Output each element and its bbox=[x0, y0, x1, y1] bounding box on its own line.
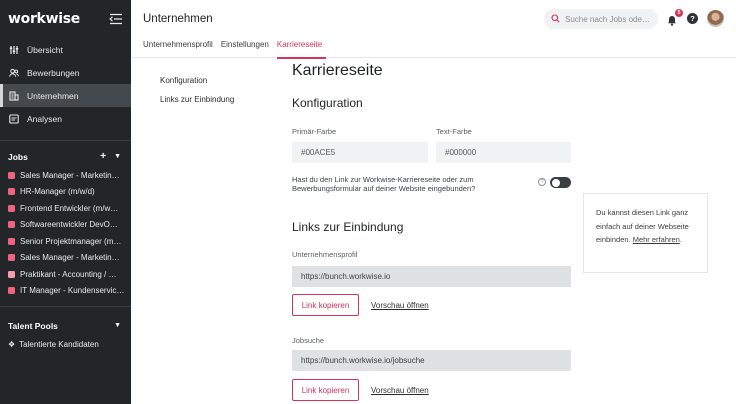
job-item[interactable]: Frontend Entwickler (m/w… bbox=[0, 200, 131, 217]
job-item[interactable]: Sales Manager - Marketin… bbox=[0, 167, 131, 184]
job-status-dot bbox=[8, 287, 15, 295]
text-color-value: #000000 bbox=[445, 148, 477, 157]
job-title: Sales Manager - Marketin… bbox=[20, 253, 120, 263]
tab-karriereseite[interactable]: Karriereseite bbox=[276, 40, 327, 59]
nav-label: Analysen bbox=[27, 113, 62, 124]
page-title: Unternehmen bbox=[143, 13, 213, 25]
talent-pools-heading: Talent Pools bbox=[8, 321, 58, 331]
open-jobsearch-preview-link[interactable]: Vorschau öffnen bbox=[371, 386, 429, 395]
learn-more-link[interactable]: Mehr erfahren bbox=[633, 235, 680, 244]
jobs-heading: Jobs bbox=[8, 152, 28, 162]
jobs-section-header: Jobs + ▼ bbox=[0, 147, 131, 167]
chevron-down-icon[interactable]: ▼ bbox=[114, 151, 121, 163]
notification-badge: 5 bbox=[675, 9, 683, 17]
collapse-menu-icon[interactable] bbox=[109, 13, 123, 25]
sidebar-header: workwise bbox=[0, 0, 131, 38]
section-nav: Konfiguration Links zur Einbindung bbox=[160, 76, 234, 114]
job-item[interactable]: IT Manager - Kundenservic… bbox=[0, 283, 131, 300]
tab-einstellungen[interactable]: Einstellungen bbox=[221, 40, 273, 59]
info-icon[interactable]: ? bbox=[538, 178, 546, 186]
copy-jobsearch-link-button[interactable]: Link kopieren bbox=[292, 379, 359, 401]
toggle-knob bbox=[551, 178, 560, 187]
section-nav-links[interactable]: Links zur Einbindung bbox=[160, 95, 234, 104]
company-profile-url-field[interactable]: https://bunch.workwise.io bbox=[292, 266, 571, 287]
text-color-field[interactable]: #000000 bbox=[436, 142, 571, 163]
links-heading: Links zur Einbindung bbox=[292, 220, 404, 234]
pool-label: Talentierte Kandidaten bbox=[19, 339, 99, 349]
nav-label: Bewerbungen bbox=[27, 67, 80, 78]
primary-color-value: #00ACE5 bbox=[301, 148, 336, 157]
job-title: Praktikant - Accounting / … bbox=[20, 269, 117, 279]
copy-company-link-button[interactable]: Link kopieren bbox=[292, 294, 359, 316]
text-color-label: Text-Farbe bbox=[436, 127, 472, 136]
job-item[interactable]: Senior Projektmanager (m… bbox=[0, 233, 131, 250]
job-item[interactable]: Softwareentwickler DevO… bbox=[0, 217, 131, 234]
search-placeholder: Suche nach Jobs ode… bbox=[565, 14, 650, 24]
job-title: Frontend Entwickler (m/w… bbox=[20, 203, 119, 213]
job-title: Sales Manager - Marketin… bbox=[20, 170, 120, 180]
integration-question: Hast du den Link zur Workwise-Karrierese… bbox=[292, 175, 476, 193]
add-job-icon[interactable]: + bbox=[100, 151, 106, 163]
job-title: Softwareentwickler DevO… bbox=[20, 220, 118, 230]
help-card: Du kannst diesen Link ganz einfach auf d… bbox=[583, 193, 708, 273]
job-item[interactable]: Sales Manager - Marketin… bbox=[0, 250, 131, 267]
config-heading: Konfiguration bbox=[292, 96, 363, 110]
nav-item-bewerbungen[interactable]: Bewerbungen bbox=[0, 61, 131, 84]
tabs: Unternehmensprofil Einstellungen Karrier… bbox=[143, 40, 330, 59]
job-title: IT Manager - Kundenservic… bbox=[20, 286, 125, 296]
users-icon bbox=[9, 68, 19, 78]
job-status-dot bbox=[8, 237, 15, 245]
divider bbox=[0, 306, 131, 307]
chevron-down-icon[interactable]: ▼ bbox=[114, 320, 121, 332]
building-icon bbox=[9, 90, 19, 101]
top-bar: Unternehmen Unternehmensprofil Einstellu… bbox=[131, 0, 736, 59]
search-input[interactable]: Suche nach Jobs ode… bbox=[544, 9, 658, 29]
sliders-icon bbox=[9, 45, 19, 55]
company-profile-url: https://bunch.workwise.io bbox=[301, 272, 391, 281]
divider bbox=[0, 140, 131, 141]
tab-unternehmensprofil[interactable]: Unternehmensprofil bbox=[143, 40, 217, 59]
avatar[interactable] bbox=[707, 10, 724, 27]
analytics-icon bbox=[9, 113, 19, 124]
jobs-list: Sales Manager - Marketin… HR-Manager (m/… bbox=[0, 167, 131, 299]
jobsearch-url-field[interactable]: https://bunch.workwise.io/jobsuche bbox=[292, 350, 571, 371]
search-icon bbox=[551, 13, 560, 25]
integration-toggle[interactable] bbox=[550, 177, 571, 188]
nav-item-analysen[interactable]: Analysen bbox=[0, 107, 131, 130]
sidebar: workwise Übersicht Bewerbungen Unternehm… bbox=[0, 0, 131, 404]
help-card-end: . bbox=[679, 235, 682, 244]
workwise-logo[interactable]: workwise bbox=[8, 11, 80, 27]
talent-pools-header: Talent Pools ▼ bbox=[0, 316, 131, 336]
nav-item-unternehmen[interactable]: Unternehmen bbox=[0, 84, 131, 107]
job-status-dot bbox=[8, 221, 15, 229]
job-status-dot bbox=[8, 188, 15, 196]
main-nav: Übersicht Bewerbungen Unternehmen Analys… bbox=[0, 38, 131, 130]
company-profile-label: Unternehmensprofil bbox=[292, 250, 358, 259]
section-nav-konfiguration[interactable]: Konfiguration bbox=[160, 76, 234, 85]
pool-icon: ❖ bbox=[8, 339, 16, 349]
job-status-dot bbox=[8, 204, 15, 212]
nav-label: Unternehmen bbox=[27, 90, 79, 101]
job-status-dot bbox=[8, 254, 15, 262]
help-icon[interactable]: ? bbox=[687, 13, 698, 24]
talent-pool-item[interactable]: ❖ Talentierte Kandidaten bbox=[0, 336, 131, 352]
jobsearch-url: https://bunch.workwise.io/jobsuche bbox=[301, 356, 425, 365]
page-heading: Karriereseite bbox=[292, 62, 383, 79]
nav-item-uebersicht[interactable]: Übersicht bbox=[0, 38, 131, 61]
job-status-dot bbox=[8, 270, 15, 278]
job-item[interactable]: HR-Manager (m/w/d) bbox=[0, 184, 131, 201]
job-title: HR-Manager (m/w/d) bbox=[20, 187, 95, 197]
job-status-dot bbox=[8, 171, 15, 179]
primary-color-label: Primär-Farbe bbox=[292, 127, 337, 136]
job-item[interactable]: Praktikant - Accounting / … bbox=[0, 266, 131, 283]
nav-label: Übersicht bbox=[27, 44, 63, 55]
open-company-preview-link[interactable]: Vorschau öffnen bbox=[371, 301, 429, 310]
jobsearch-label: Jobsuche bbox=[292, 336, 325, 345]
job-title: Senior Projektmanager (m… bbox=[20, 236, 122, 246]
primary-color-field[interactable]: #00ACE5 bbox=[292, 142, 428, 163]
